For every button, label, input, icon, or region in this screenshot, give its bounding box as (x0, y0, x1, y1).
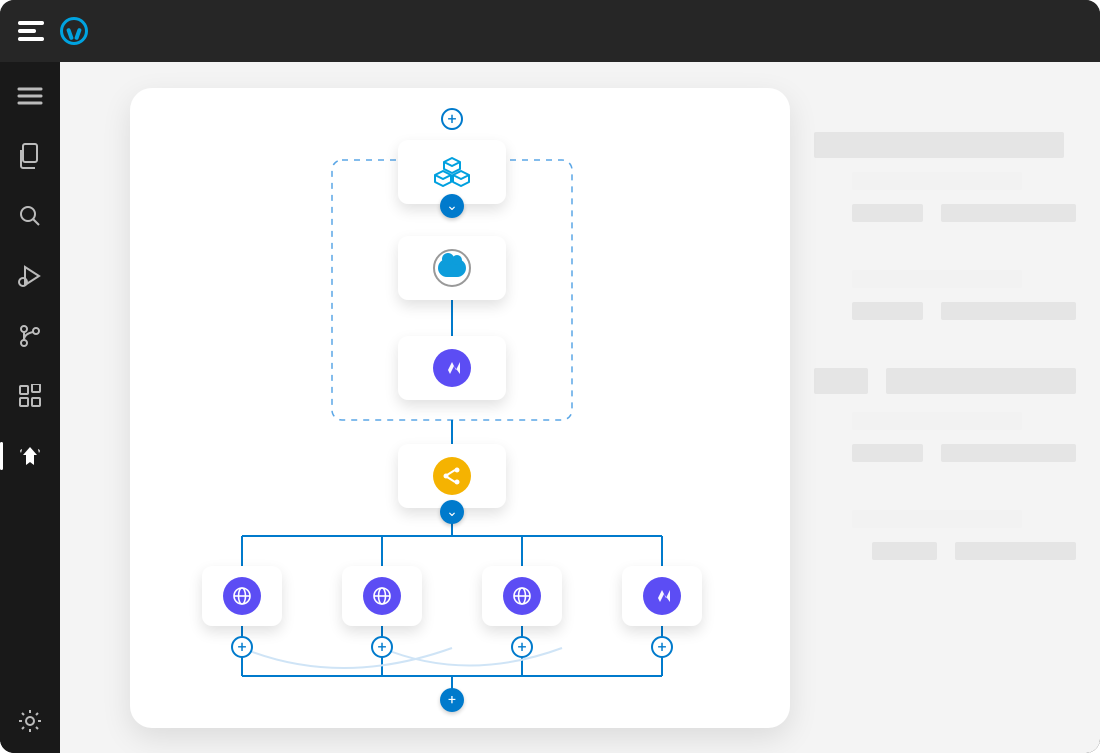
debug-icon (17, 263, 43, 289)
files-icon (18, 143, 42, 169)
cubes-icon (434, 156, 470, 188)
node-scatter-gather[interactable] (398, 444, 506, 508)
node-branch-1[interactable] (202, 566, 282, 626)
search-icon (18, 204, 42, 228)
scatter-icon (433, 457, 471, 495)
sidebar-item-anypoint[interactable] (16, 442, 44, 470)
add-before-button[interactable]: + (441, 108, 463, 130)
router-expand-toggle[interactable]: ⌄ (440, 500, 464, 524)
globe-icon (363, 577, 401, 615)
activity-bar (0, 62, 60, 753)
editor-stage: + ⌄ (60, 62, 1100, 753)
add-branch-1-button[interactable]: + (231, 636, 253, 658)
dataweave-icon (643, 577, 681, 615)
node-salesforce[interactable] (398, 236, 506, 300)
blocks-icon (18, 384, 42, 408)
hamburger-icon[interactable] (18, 21, 44, 41)
mulesoft-logo-icon[interactable] (60, 17, 88, 45)
lines-icon (17, 86, 43, 106)
app-header (0, 0, 1100, 62)
add-after-button[interactable]: + (440, 688, 464, 712)
salesforce-icon (433, 249, 471, 287)
add-branch-3-button[interactable]: + (511, 636, 533, 658)
sidebar-item-explorer[interactable] (16, 142, 44, 170)
add-branch-4-button[interactable]: + (651, 636, 673, 658)
scope-expand-toggle[interactable]: ⌄ (440, 194, 464, 218)
node-branch-3[interactable] (482, 566, 562, 626)
add-branch-2-button[interactable]: + (371, 636, 393, 658)
properties-panel (790, 112, 1100, 600)
node-branch-4[interactable] (622, 566, 702, 626)
dataweave-icon (433, 349, 471, 387)
sidebar-item-search[interactable] (16, 202, 44, 230)
mule-icon (17, 443, 43, 469)
node-branch-2[interactable] (342, 566, 422, 626)
branch-icon (18, 324, 42, 348)
gear-icon (17, 708, 43, 734)
sidebar-item-settings[interactable] (16, 707, 44, 735)
sidebar-item-extensions[interactable] (16, 382, 44, 410)
globe-icon (223, 577, 261, 615)
sidebar-item-debug[interactable] (16, 262, 44, 290)
globe-icon (503, 577, 541, 615)
sidebar-item-source[interactable] (16, 322, 44, 350)
flow-canvas[interactable]: + ⌄ (130, 88, 790, 728)
sidebar-item-lines[interactable] (16, 82, 44, 110)
node-transform-1[interactable] (398, 336, 506, 400)
